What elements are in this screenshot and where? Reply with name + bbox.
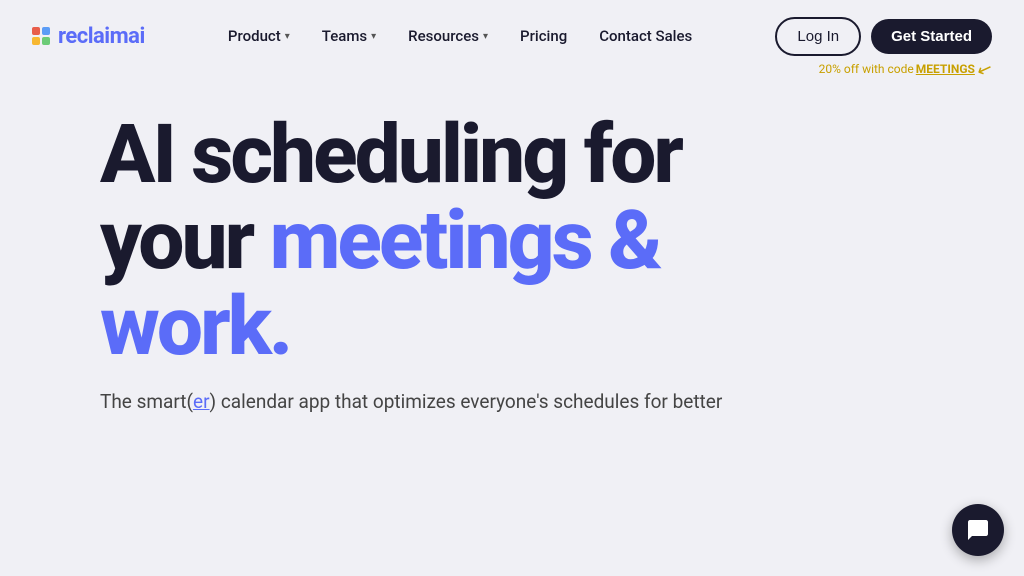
nav-link-product[interactable]: Product ▾ (214, 19, 304, 53)
nav-link-contact[interactable]: Contact Sales (585, 19, 706, 53)
logo[interactable]: reclaimai (32, 24, 145, 49)
nav-item-product[interactable]: Product ▾ (214, 19, 304, 53)
chat-button[interactable] (952, 504, 1004, 556)
nav-links: Product ▾ Teams ▾ Resources ▾ Pricing Co… (214, 19, 706, 53)
curved-arrow-icon: ↙ (974, 57, 995, 82)
nav-item-teams[interactable]: Teams ▾ (308, 19, 390, 53)
nav-item-resources[interactable]: Resources ▾ (394, 19, 502, 53)
discount-badge: 20% off with code MEETINGS ↙ (819, 59, 992, 80)
nav-item-contact[interactable]: Contact Sales (585, 19, 706, 53)
nav-actions: Log In Get Started 20% off with code MEE… (775, 17, 992, 56)
logo-icon (32, 27, 50, 45)
hero-title: AI scheduling for your meetings & work. (100, 112, 924, 370)
hero-subtitle: The smart(er) calendar app that optimize… (100, 390, 924, 413)
subtitle-link[interactable]: er (193, 390, 210, 413)
logo-text: reclaimai (58, 24, 145, 49)
nav-link-teams[interactable]: Teams ▾ (308, 19, 390, 53)
navbar: reclaimai Product ▾ Teams ▾ Resources ▾ … (0, 0, 1024, 72)
login-button[interactable]: Log In (775, 17, 861, 56)
chevron-down-icon: ▾ (371, 31, 376, 42)
get-started-button[interactable]: Get Started (871, 19, 992, 54)
nav-item-pricing[interactable]: Pricing (506, 19, 581, 53)
chat-icon (966, 518, 990, 542)
chevron-down-icon: ▾ (483, 31, 488, 42)
chevron-down-icon: ▾ (285, 31, 290, 42)
nav-link-resources[interactable]: Resources ▾ (394, 19, 502, 53)
hero-section: AI scheduling for your meetings & work. … (0, 72, 1024, 433)
nav-link-pricing[interactable]: Pricing (506, 19, 581, 53)
